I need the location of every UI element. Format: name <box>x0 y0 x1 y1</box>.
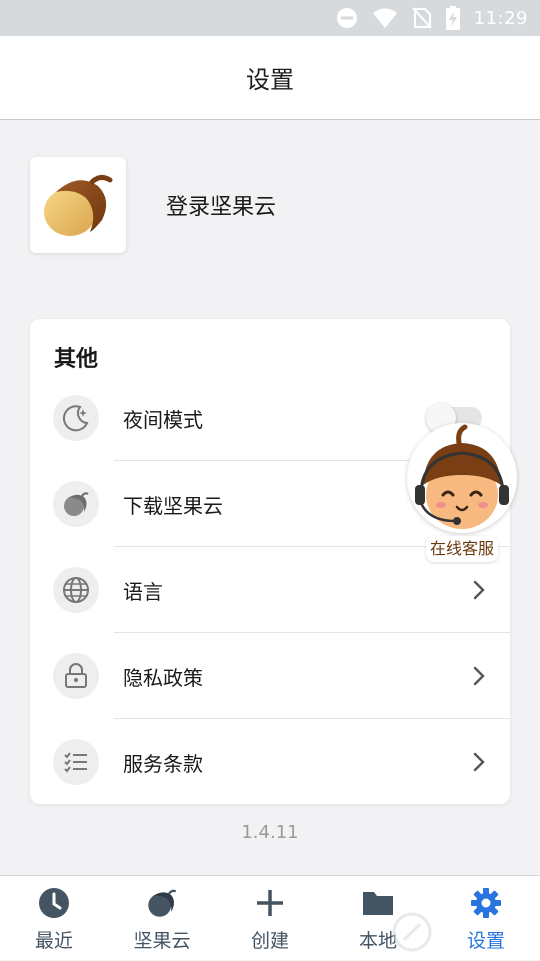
settings-row-label: 隐私政策 <box>123 665 203 690</box>
login-row[interactable]: 登录坚果云 <box>30 157 276 253</box>
no-sim-icon <box>411 7 432 29</box>
tab-create[interactable]: 创建 <box>216 876 324 961</box>
settings-row-privacy-policy[interactable]: 隐私政策 <box>30 633 510 719</box>
app-version: 1.4.11 <box>241 822 299 843</box>
plus-icon <box>253 886 287 920</box>
mascot-headset-icon[interactable] <box>407 423 517 533</box>
wifi-icon <box>372 8 397 28</box>
chevron-right-icon <box>473 666 485 686</box>
status-bar: 11:29 <box>0 0 540 36</box>
customer-service-label[interactable]: 在线客服 <box>426 536 499 562</box>
lock-icon <box>53 653 99 699</box>
tab-label: 创建 <box>250 930 289 952</box>
settings-row-label: 夜间模式 <box>123 407 203 432</box>
dnd-icon <box>336 8 357 28</box>
chevron-right-icon <box>473 752 485 772</box>
nut-icon <box>53 481 99 527</box>
section-title: 其他 <box>54 347 99 372</box>
nut-icon <box>145 886 179 920</box>
page-title: 设置 <box>246 66 294 94</box>
battery-charging-icon <box>445 6 460 30</box>
status-time: 11:29 <box>473 7 528 29</box>
globe-icon <box>53 567 99 613</box>
settings-row-label: 服务条款 <box>123 751 203 776</box>
status-icons: 11:29 <box>336 0 540 36</box>
moon-icon <box>53 395 99 441</box>
customer-service-button[interactable]: 在线客服 <box>404 423 520 563</box>
tab-label: 坚果云 <box>133 930 191 952</box>
clock-icon <box>37 886 71 920</box>
login-label[interactable]: 登录坚果云 <box>166 189 276 221</box>
tab-jianguoyun[interactable]: 坚果云 <box>108 876 216 961</box>
settings-row-label: 下载坚果云 <box>123 493 223 518</box>
settings-row-terms-of-service[interactable]: 服务条款 <box>30 719 510 805</box>
settings-row-label: 语言 <box>123 579 163 604</box>
app-bar: 设置 <box>0 36 540 120</box>
checklist-icon <box>53 739 99 785</box>
nut-logo-icon[interactable] <box>30 157 126 253</box>
tab-recent[interactable]: 最近 <box>0 876 108 961</box>
watermark-logo <box>392 912 432 952</box>
chevron-right-icon <box>473 580 485 600</box>
tab-label: 最近 <box>34 930 73 952</box>
